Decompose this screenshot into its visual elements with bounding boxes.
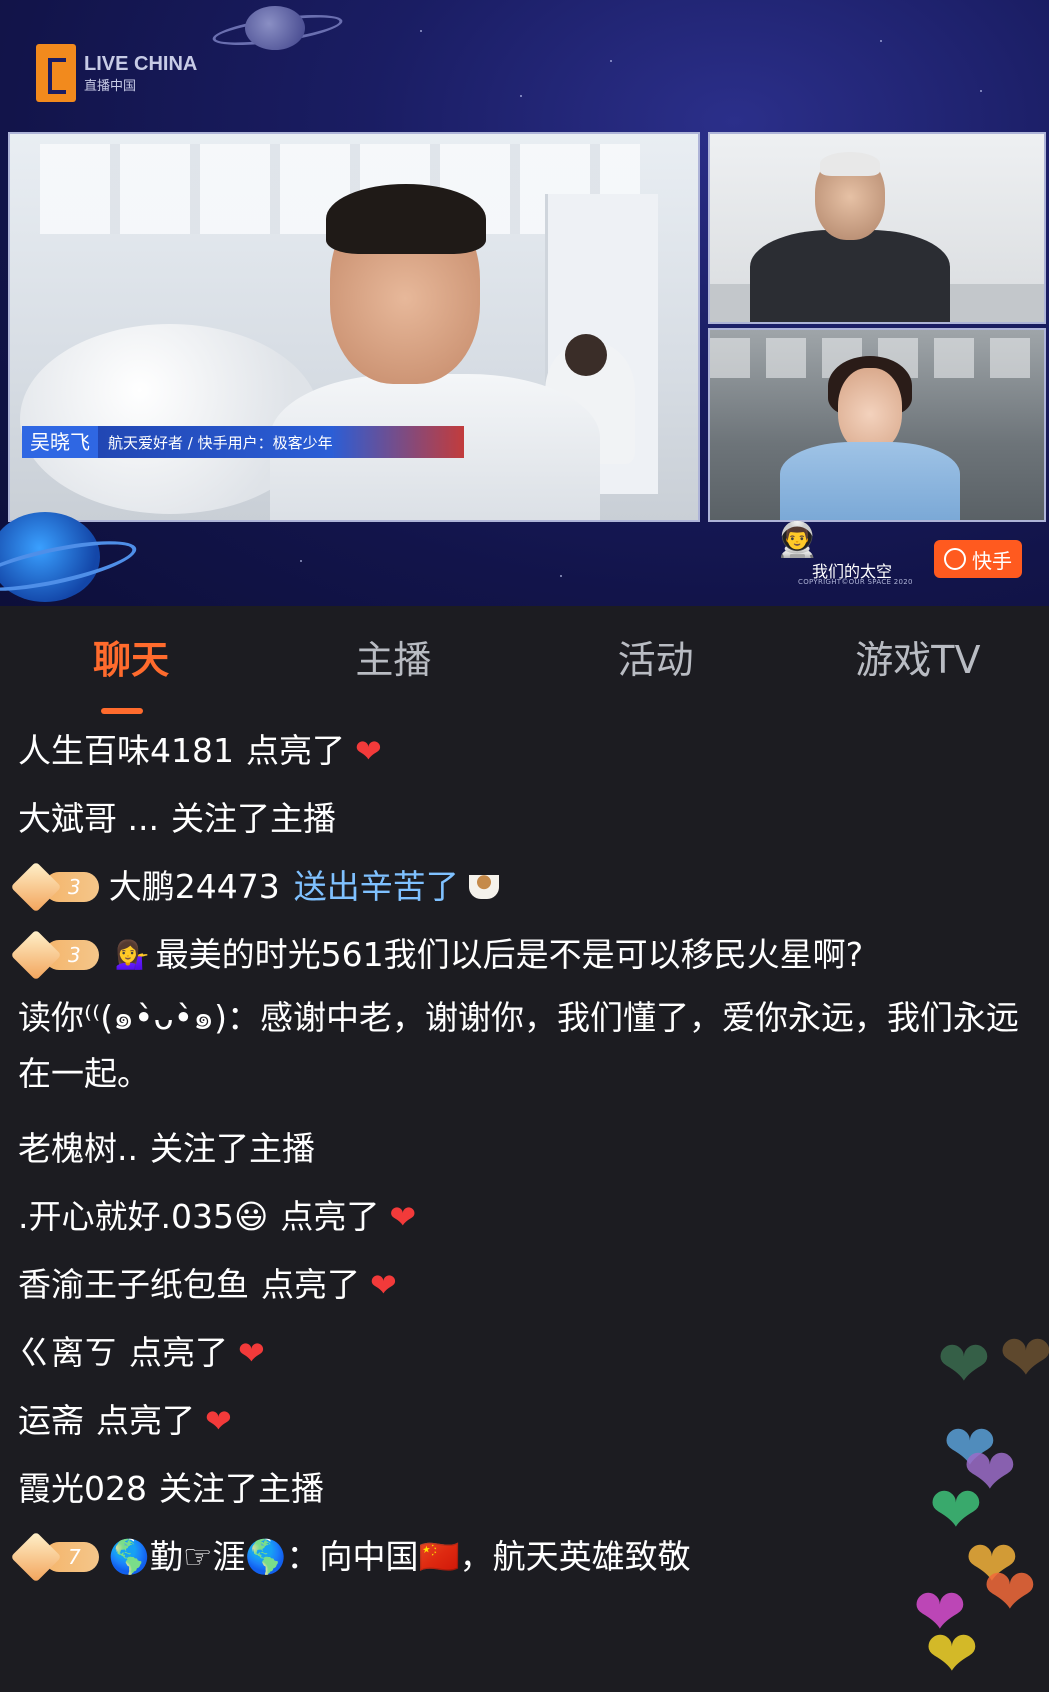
- chat-action: 点亮了: [96, 1401, 195, 1440]
- user-level-badge: 3: [10, 929, 99, 981]
- guest-hair: [326, 184, 486, 254]
- chat-action: 点亮了: [129, 1333, 228, 1372]
- elder-guest-hair: [820, 152, 880, 176]
- watermark-copyright: COPYRIGHT©OUR SPACE 2020: [798, 578, 913, 586]
- host-body: [780, 442, 960, 520]
- chat-message: 霞光028 关注了主播: [18, 1468, 1031, 1510]
- secondary-video-feed-top: [708, 132, 1046, 324]
- heart-icon: ❤: [238, 1334, 265, 1372]
- chat-message: 3 💁‍♀️ 最美的时光561 我们以后是不是可以移民火星啊?: [10, 929, 1031, 981]
- live-video-player[interactable]: LIVE CHINA 直播中国 吴晓飞 航天爱好者 / 快手用户：极客少年 👨‍…: [0, 0, 1049, 606]
- chat-user[interactable]: 大斌哥 ...: [18, 798, 159, 840]
- chat-action: 关注了主播: [159, 1469, 324, 1508]
- host-head: [838, 368, 902, 452]
- star: [420, 30, 422, 32]
- chat-message: .开心就好.035😃 点亮了 ❤: [18, 1196, 1031, 1238]
- chat-action: 关注了主播: [149, 1129, 315, 1168]
- chat-message: 人生百味4181 点亮了 ❤: [18, 730, 1031, 772]
- chat-user[interactable]: 运斋: [18, 1400, 84, 1442]
- chat-user[interactable]: ㄍ离ㄎ: [18, 1332, 117, 1374]
- floating-hearts-animation: ❤ ❤ ❤ ❤ ❤ ❤ ❤ ❤ ❤: [913, 1322, 1049, 1692]
- live-china-logo-icon: [36, 44, 76, 102]
- logo-subtext: 直播中国: [84, 78, 137, 94]
- star: [520, 95, 522, 97]
- star: [300, 560, 302, 562]
- star: [880, 40, 882, 42]
- guest-name: 吴晓飞: [22, 426, 98, 458]
- floating-heart-icon: ❤: [925, 1618, 979, 1692]
- chat-user[interactable]: 香渝王子纸包鱼: [18, 1264, 249, 1306]
- chat-feed[interactable]: 人生百味4181 点亮了 ❤ 大斌哥 ... 关注了主播 3 大鹏24473 送…: [0, 730, 1049, 1583]
- heart-icon: ❤: [205, 1402, 232, 1440]
- chat-action: 点亮了: [280, 1197, 380, 1236]
- active-tab-indicator: [101, 708, 143, 714]
- chat-user[interactable]: .开心就好.035😃: [18, 1196, 268, 1238]
- chat-user[interactable]: 最美的时光561: [156, 934, 384, 976]
- main-video-feed: [8, 132, 700, 522]
- chat-message: 运斋 点亮了 ❤: [18, 1400, 1031, 1442]
- astronaut-icon: 👨‍🚀: [776, 520, 819, 560]
- kuaishou-badge: 快手: [934, 540, 1022, 578]
- chat-text: ：向中国🇨🇳，航天英雄致敬: [286, 1537, 691, 1576]
- tab-chat[interactable]: 聊天: [0, 606, 262, 714]
- chat-user[interactable]: 老槐树..: [18, 1128, 138, 1170]
- chat-message: 7 🌎勤☞涯🌎 ：向中国🇨🇳，航天英雄致敬: [10, 1531, 1031, 1583]
- chat-action: 关注了主播: [170, 799, 336, 838]
- chat-user[interactable]: 人生百味4181: [18, 730, 234, 772]
- floating-heart-icon: ❤: [983, 1556, 1037, 1630]
- floating-heart-icon: ❤: [937, 1328, 991, 1402]
- chat-action: 点亮了: [261, 1265, 360, 1304]
- user-level-badge: 7: [10, 1531, 99, 1583]
- heart-icon: ❤: [389, 1198, 417, 1236]
- gift-action: 送出辛苦了: [293, 867, 459, 906]
- user-level-badge: 3: [10, 861, 99, 913]
- guest-speaker: [270, 174, 600, 520]
- chat-user[interactable]: 读你⁽⁽(๑•̀ᴗ•̀๑): [18, 998, 227, 1037]
- diamond-icon: [10, 929, 62, 981]
- logo-text: LIVE CHINA: [84, 52, 198, 75]
- tab-streamer[interactable]: 主播: [262, 606, 524, 714]
- guest-name-lower-third: 吴晓飞 航天爱好者 / 快手用户：极客少年: [22, 426, 464, 458]
- kuaishou-icon: [944, 548, 966, 570]
- heart-icon: ❤: [354, 732, 382, 770]
- chat-message: 大斌哥 ... 关注了主播: [18, 798, 1031, 840]
- chat-message: 读你⁽⁽(๑•̀ᴗ•̀๑)：感谢中老，谢谢你，我们懂了，爱你永远，我们永远在一起…: [18, 990, 1031, 1102]
- heart-icon: ❤: [370, 1266, 397, 1304]
- chat-user[interactable]: 大鹏24473: [109, 866, 280, 908]
- chat-message: 3 大鹏24473 送出辛苦了: [10, 861, 1031, 913]
- live-china-logo: LIVE CHINA 直播中国: [36, 44, 197, 102]
- tab-bar: 聊天 主播 活动 游戏TV: [0, 606, 1049, 714]
- diamond-icon: [10, 1531, 62, 1583]
- planet-decoration: [245, 6, 305, 50]
- tab-activity[interactable]: 活动: [525, 606, 787, 714]
- guest-description: 航天爱好者 / 快手用户：极客少年: [108, 433, 333, 452]
- coffee-gift-icon: [468, 875, 499, 899]
- chat-text: 我们以后是不是可以移民火星啊?: [383, 935, 864, 974]
- star: [610, 60, 612, 62]
- chat-message: 香渝王子纸包鱼 点亮了 ❤: [18, 1264, 1031, 1306]
- secondary-video-feed-bottom: [708, 328, 1046, 522]
- star: [560, 575, 562, 577]
- kuaishou-label: 快手: [972, 548, 1012, 573]
- tab-game-tv[interactable]: 游戏TV: [787, 606, 1049, 714]
- chat-message: ㄍ离ㄎ 点亮了 ❤: [18, 1332, 1031, 1374]
- chat-message: 老槐树.. 关注了主播: [18, 1128, 1031, 1170]
- floating-heart-icon: ❤: [999, 1322, 1049, 1396]
- user-emoji: 💁‍♀️: [114, 938, 150, 971]
- elder-guest-body: [750, 230, 950, 322]
- diamond-icon: [10, 861, 62, 913]
- chat-user[interactable]: 霞光028: [18, 1468, 147, 1510]
- chat-user[interactable]: 🌎勤☞涯🌎: [109, 1536, 287, 1578]
- star: [980, 90, 982, 92]
- chat-action: 点亮了: [245, 731, 345, 770]
